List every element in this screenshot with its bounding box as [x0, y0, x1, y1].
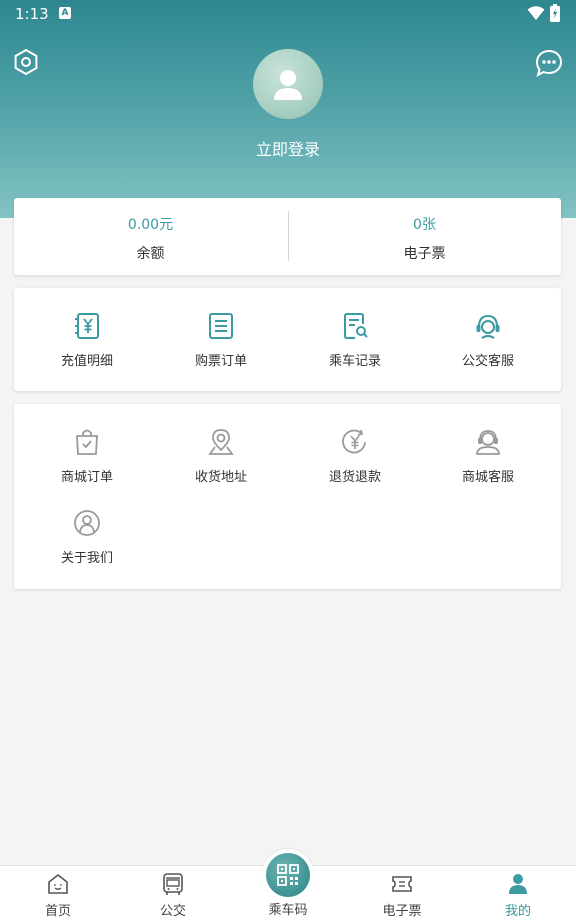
- menu-label: 收货地址: [194, 470, 247, 485]
- message-icon[interactable]: [534, 48, 564, 78]
- ticket-order-icon: [209, 313, 233, 339]
- menu-label: 退货退款: [328, 470, 381, 485]
- menu-item-shop-order[interactable]: 商城订单: [27, 428, 147, 508]
- menu-item-shop-service[interactable]: 商城客服: [428, 428, 548, 508]
- nav-label: 电子票: [382, 904, 422, 919]
- menu-item-address[interactable]: 收货地址: [161, 428, 281, 508]
- notification-a-icon: A: [59, 7, 71, 19]
- nav-label-ride-code[interactable]: 乘车码: [248, 899, 328, 918]
- qr-code-icon: [277, 864, 299, 886]
- home-icon: [48, 873, 68, 894]
- battery-icon: [550, 4, 560, 22]
- address-icon: [208, 429, 234, 455]
- menu-label: 充值明细: [60, 354, 113, 369]
- menu-item-ride-record[interactable]: 乘车记录: [295, 312, 415, 392]
- menu-item-ticket-order[interactable]: 购票订单: [161, 312, 281, 392]
- about-icon: [74, 510, 100, 536]
- nav-item-ride-code[interactable]: [266, 853, 310, 897]
- avatar-person-icon: [274, 70, 302, 100]
- balance-label: 余额: [136, 246, 165, 262]
- menu-item-bus-service[interactable]: 公交客服: [428, 312, 548, 392]
- nav-item-bus[interactable]: 公交: [133, 866, 213, 920]
- bus-service-icon: [476, 314, 500, 339]
- refund-icon: [342, 429, 366, 454]
- eticket-value: 0张: [413, 217, 436, 233]
- nav-item-home[interactable]: 首页: [18, 866, 98, 920]
- menu-label: 关于我们: [60, 551, 113, 566]
- menu-label: 商城客服: [461, 470, 514, 485]
- shop-order-icon: [76, 429, 98, 455]
- shop-menu-card: 商城订单 收货地址 退货退款 商城客服 关于我们: [14, 404, 561, 589]
- shop-service-icon: [476, 430, 500, 455]
- user-icon: [509, 874, 527, 894]
- nav-item-eticket[interactable]: 电子票: [362, 866, 442, 920]
- settings-icon[interactable]: [12, 48, 40, 76]
- eticket-label: 电子票: [403, 246, 446, 262]
- recharge-detail-icon: [75, 313, 99, 339]
- menu-label: 商城订单: [60, 470, 113, 485]
- balance-value: 0.00元: [127, 217, 174, 233]
- avatar[interactable]: [253, 49, 323, 119]
- balance-column[interactable]: 0.00元 余额: [14, 198, 287, 275]
- menu-label: 乘车记录: [328, 354, 381, 369]
- nav-label: 公交: [159, 904, 186, 919]
- menu-label: 购票订单: [194, 354, 247, 369]
- menu-item-refund[interactable]: 退货退款: [295, 428, 415, 508]
- ride-record-icon: [344, 313, 368, 339]
- balance-card: 0.00元 余额 0张 电子票: [14, 198, 561, 275]
- nav-item-mine[interactable]: 我的: [478, 866, 558, 920]
- wifi-icon: [527, 6, 545, 20]
- bus-icon: [163, 873, 183, 895]
- status-bar: 1:13 A: [0, 0, 576, 28]
- menu-label: 公交客服: [461, 354, 514, 369]
- eticket-icon: [392, 876, 412, 892]
- eticket-column[interactable]: 0张 电子票: [288, 198, 561, 275]
- menu-item-about[interactable]: 关于我们: [27, 509, 147, 589]
- menu-item-recharge-detail[interactable]: 充值明细: [27, 312, 147, 392]
- nav-label: 首页: [44, 904, 71, 919]
- nav-label: 我的: [504, 904, 531, 919]
- status-time: 1:13: [15, 5, 49, 23]
- service-menu-card: 充值明细 购票订单 乘车记录 公交客服: [14, 288, 561, 391]
- login-button[interactable]: 立即登录: [0, 136, 576, 160]
